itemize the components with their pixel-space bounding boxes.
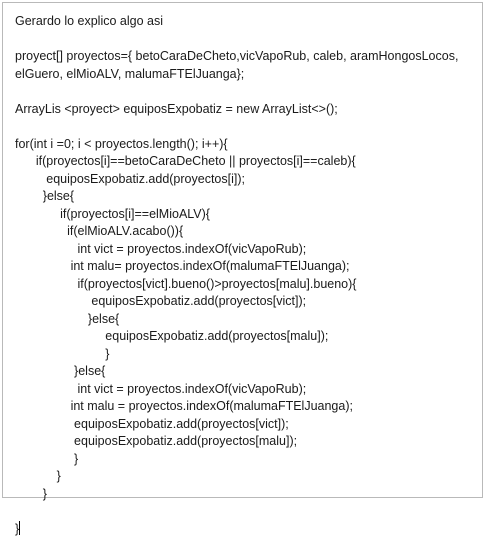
editor-line: Gerardo lo explico algo asi (15, 13, 477, 31)
editor-line (15, 118, 477, 136)
text-editor[interactable]: Gerardo lo explico algo asi proyect[] pr… (2, 2, 483, 498)
editor-line (15, 31, 477, 49)
editor-line: elGuero, elMioALV, malumaFTElJuanga}; (15, 66, 477, 84)
editor-line: int vict = proyectos.indexOf(vicVapoRub)… (15, 241, 477, 259)
editor-line: equiposExpobatiz.add(proyectos[malu]); (15, 328, 477, 346)
editor-content[interactable]: Gerardo lo explico algo asi proyect[] pr… (15, 13, 477, 538)
editor-line: int vict = proyectos.indexOf(vicVapoRub)… (15, 381, 477, 399)
editor-line: equiposExpobatiz.add(proyectos[i]); (15, 171, 477, 189)
editor-line: for(int i =0; i < proyectos.length(); i+… (15, 136, 477, 154)
editor-line: } (15, 468, 477, 486)
editor-line: } (15, 451, 477, 469)
editor-line: if(proyectos[i]==betoCaraDeCheto || proy… (15, 153, 477, 171)
editor-line: } (15, 486, 477, 504)
editor-line: } (15, 346, 477, 364)
editor-line: }else{ (15, 311, 477, 329)
editor-line (15, 83, 477, 101)
editor-line: }else{ (15, 363, 477, 381)
editor-line: }else{ (15, 188, 477, 206)
editor-line: equiposExpobatiz.add(proyectos[vict]); (15, 416, 477, 434)
editor-line: equiposExpobatiz.add(proyectos[vict]); (15, 293, 477, 311)
editor-line: equiposExpobatiz.add(proyectos[malu]); (15, 433, 477, 451)
editor-last-line: } (15, 521, 477, 538)
editor-line: int malu = proyectos.indexOf(malumaFTElJ… (15, 398, 477, 416)
editor-line: if(proyectos[i]==elMioALV){ (15, 206, 477, 224)
editor-line: proyect[] proyectos={ betoCaraDeCheto,vi… (15, 48, 477, 66)
editor-line: int malu= proyectos.indexOf(malumaFTElJu… (15, 258, 477, 276)
editor-line: if(proyectos[vict].bueno()>proyectos[mal… (15, 276, 477, 294)
text-caret (19, 521, 20, 535)
editor-line: ArrayLis <proyect> equiposExpobatiz = ne… (15, 101, 477, 119)
editor-line: if(elMioALV.acabo()){ (15, 223, 477, 241)
editor-line (15, 503, 477, 521)
